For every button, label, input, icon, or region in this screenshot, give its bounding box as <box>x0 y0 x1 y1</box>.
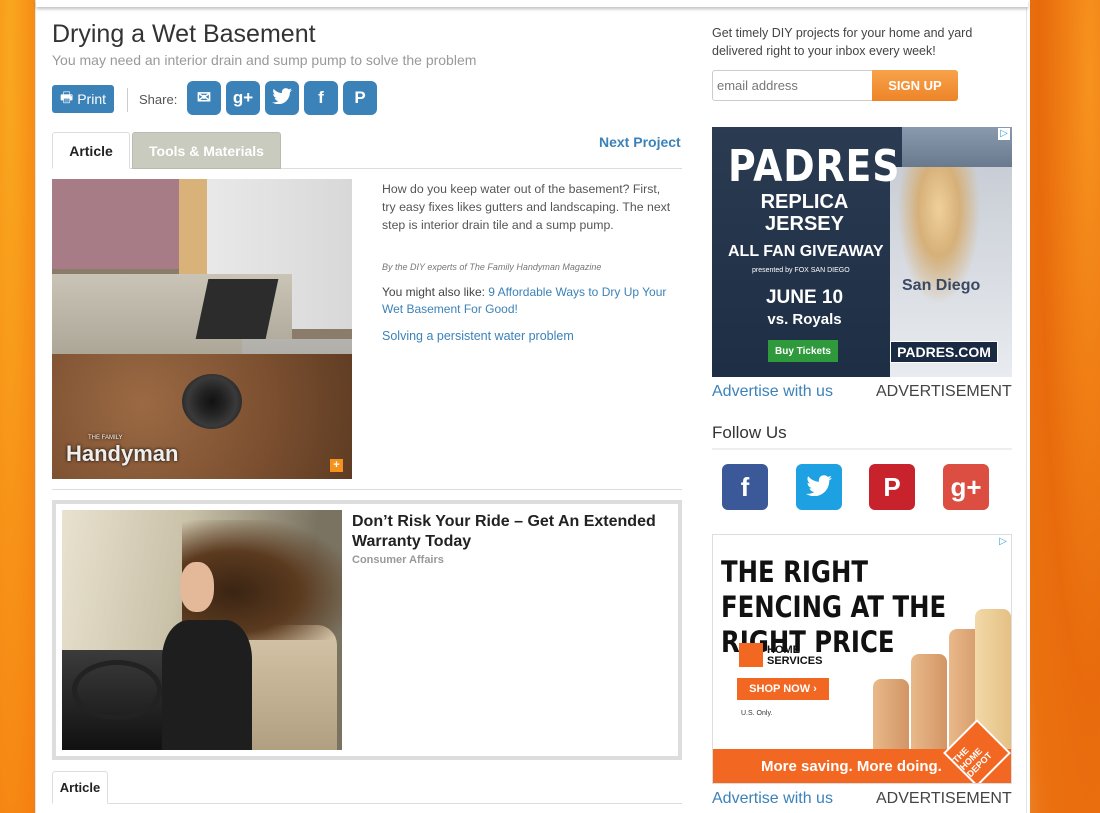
advertise-with-us-link[interactable]: Advertise with us <box>712 790 833 808</box>
article-hero-image[interactable]: THE FAMILY Handyman + <box>52 179 352 479</box>
email-icon: ✉ <box>196 88 212 107</box>
background-flowers-right <box>1030 0 1100 813</box>
signup-button[interactable]: SIGN UP <box>872 70 958 101</box>
pinterest-icon: P <box>883 471 901 502</box>
family-handyman-logo: THE FAMILY Handyman <box>66 435 179 466</box>
pinterest-icon: P <box>354 88 366 107</box>
shop-now-button[interactable]: SHOP NOW › <box>737 678 829 700</box>
ad-presented: presented by FOX SAN DIEGO <box>752 267 850 274</box>
page-container: Drying a Wet Basement You may need an in… <box>35 0 1028 813</box>
print-button[interactable]: 🖶 Print <box>52 85 114 113</box>
tab-tools-materials[interactable]: Tools & Materials <box>132 132 281 169</box>
ad-line2: ALL FAN GIVEAWAY <box>728 243 884 260</box>
divider <box>52 489 682 490</box>
facebook-icon: f <box>318 88 324 107</box>
fence-picket <box>873 679 909 749</box>
sponsored-title[interactable]: Don’t Risk Your Ride – Get An Extended W… <box>352 512 672 552</box>
follow-us-title: Follow Us <box>712 423 787 442</box>
print-label: Print <box>77 91 106 107</box>
share-label: Share: <box>139 92 178 107</box>
ad-brand: PADRES <box>728 141 901 192</box>
toolbar-divider <box>127 88 128 112</box>
page-subtitle: You may need an interior drain and sump … <box>52 52 477 68</box>
twitter-icon <box>806 472 832 503</box>
solving-problem-link[interactable]: Solving a persistent water problem <box>382 329 574 343</box>
twitter-icon <box>272 87 292 109</box>
also-like-prefix: You might also like: <box>382 285 489 299</box>
also-like: You might also like: 9 Affordable Ways t… <box>382 284 682 318</box>
share-buttons: ✉ g+ f P <box>187 81 377 115</box>
follow-twitter-button[interactable] <box>796 464 842 510</box>
article-tabs: Article Tools & Materials <box>52 132 682 169</box>
buy-tickets-button[interactable]: Buy Tickets <box>768 340 838 362</box>
follow-google-plus-button[interactable]: g+ <box>943 464 989 510</box>
padres-ad[interactable]: PADRES REPLICA JERSEY ALL FAN GIVEAWAY p… <box>712 127 1012 377</box>
ad-jersey-text: San Diego <box>902 277 981 294</box>
ad-line1: REPLICA JERSEY <box>760 191 849 235</box>
background-flowers-left <box>0 0 40 813</box>
ad-date: JUNE 10 vs. Royals <box>765 287 844 328</box>
advertise-with-us-link[interactable]: Advertise with us <box>712 383 833 401</box>
page-title: Drying a Wet Basement <box>52 20 316 48</box>
expand-plus-icon[interactable]: + <box>330 459 343 472</box>
printer-icon: 🖶 <box>59 89 74 105</box>
sponsored-content[interactable]: Don’t Risk Your Ride – Get An Extended W… <box>52 500 682 760</box>
advertisement-label: ADVERTISEMENT <box>876 790 1012 807</box>
next-project-link[interactable]: Next Project <box>599 134 681 150</box>
google-plus-icon: g+ <box>232 88 254 107</box>
facebook-icon: f <box>740 471 750 502</box>
share-facebook-button[interactable]: f <box>304 81 338 115</box>
newsletter-text: Get timely DIY projects for your home an… <box>712 26 973 58</box>
tab-article[interactable]: Article <box>52 132 130 169</box>
home-depot-ad[interactable]: THE RIGHT FENCING AT THE RIGHT PRICE HOM… <box>712 534 1012 784</box>
follow-divider <box>712 448 1012 450</box>
share-google-plus-button[interactable]: g+ <box>226 81 260 115</box>
top-bar <box>36 0 1028 7</box>
bottom-tabs: Article <box>52 771 682 804</box>
adchoices-icon[interactable]: ▷ <box>998 128 1010 140</box>
article-byline: By the DIY experts of The Family Handyma… <box>382 262 602 272</box>
ad-url[interactable]: PADRES.COM <box>890 341 998 363</box>
share-email-button[interactable]: ✉ <box>187 81 221 115</box>
follow-pinterest-button[interactable]: P <box>869 464 915 510</box>
email-input[interactable] <box>712 70 873 101</box>
sponsored-source: Consumer Affairs <box>352 554 444 566</box>
follow-facebook-button[interactable]: f <box>722 464 768 510</box>
share-pinterest-button[interactable]: P <box>343 81 377 115</box>
share-twitter-button[interactable] <box>265 81 299 115</box>
home-services-logo-icon <box>739 643 763 667</box>
article-intro: How do you keep water out of the basemen… <box>382 182 671 232</box>
fence-picket <box>911 654 947 749</box>
ad-note: U.S. Only. <box>741 710 773 717</box>
advertisement-label: ADVERTISEMENT <box>876 383 1012 400</box>
tab-article-bottom[interactable]: Article <box>52 771 108 804</box>
google-plus-icon: g+ <box>950 471 982 502</box>
adchoices-icon[interactable]: ▷ <box>997 536 1009 548</box>
sponsored-image[interactable] <box>62 510 342 750</box>
ad-service: HOME SERVICES <box>767 644 823 667</box>
